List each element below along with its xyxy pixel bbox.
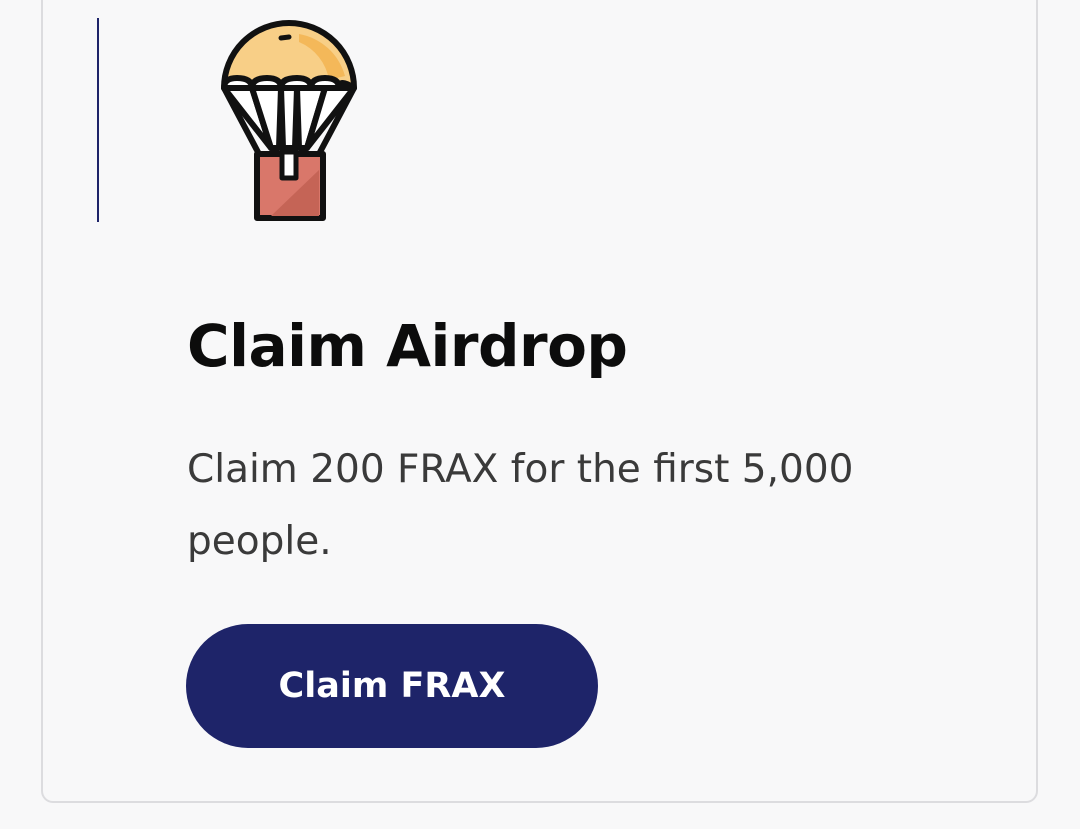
card-description: Claim 200 FRAX for the first 5,000 peopl… [187,447,854,564]
card-title: Claim Airdrop [187,312,628,380]
accent-divider [97,18,99,222]
parachute-airdrop-icon [219,20,359,222]
claim-frax-button[interactable]: Claim FRAX [186,624,598,748]
